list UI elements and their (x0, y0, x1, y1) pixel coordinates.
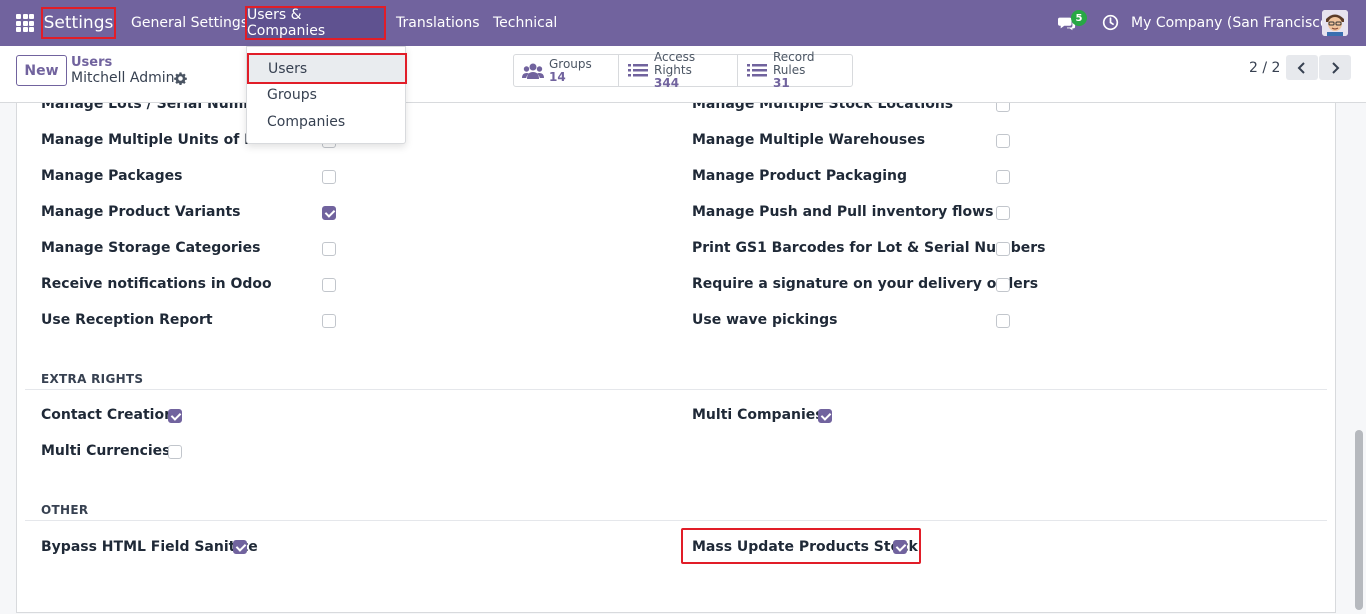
section-title-extra-rights: EXTRA RIGHTS (41, 372, 144, 386)
right-checkbox[interactable] (996, 242, 1010, 256)
top-navbar: Settings General Settings Users & Compan… (0, 0, 1366, 46)
control-panel: New Users Mitchell Admin Groups 14 Acces… (0, 46, 1366, 103)
record-rules-smart-button[interactable]: Record Rules 31 (738, 51, 852, 90)
right-label: Contact Creation (41, 407, 175, 423)
right-checkbox[interactable] (996, 170, 1010, 184)
dropdown-item-groups[interactable]: Groups (247, 81, 405, 108)
right-label: Manage Product Variants (41, 204, 241, 220)
right-label: Receive notifications in Odoo (41, 276, 272, 292)
form-sheet: Manage Lots / Serial Numbers Manage Mult… (16, 103, 1336, 613)
right-checkbox[interactable] (322, 278, 336, 292)
multi-currencies-checkbox[interactable] (168, 445, 182, 459)
menu-technical[interactable]: Technical (493, 0, 557, 46)
right-checkbox[interactable] (996, 134, 1010, 148)
bypass-html-sanitize-checkbox[interactable] (233, 540, 247, 554)
smart-buttons: Groups 14 Access Rights 344 Record Rules… (513, 51, 853, 90)
right-checkbox[interactable] (996, 314, 1010, 328)
dropdown-item-companies[interactable]: Companies (247, 108, 405, 135)
access-rights-smart-button[interactable]: Access Rights 344 (619, 51, 738, 90)
access-rights-label: Access Rights (654, 50, 696, 77)
menu-general-settings[interactable]: General Settings (131, 0, 248, 46)
groups-smart-button[interactable]: Groups 14 (514, 55, 619, 86)
app-brand[interactable]: Settings (41, 7, 116, 39)
right-label: Print GS1 Barcodes for Lot & Serial Numb… (692, 240, 1046, 256)
right-checkbox[interactable] (996, 103, 1010, 112)
mass-update-stock-checkbox[interactable] (893, 540, 907, 554)
section-divider (25, 520, 1327, 521)
users-companies-dropdown: Users Groups Companies (246, 46, 407, 144)
right-checkbox[interactable] (322, 170, 336, 184)
chat-count-badge: 5 (1071, 10, 1087, 26)
section-divider (25, 389, 1327, 390)
list-icon (628, 63, 648, 76)
right-label: Manage Packages (41, 168, 183, 184)
new-button[interactable]: New (16, 55, 67, 86)
right-checkbox[interactable] (996, 206, 1010, 220)
pager-next-button[interactable] (1319, 55, 1351, 80)
dropdown-item-users[interactable]: Users (247, 53, 407, 84)
activity-clock-icon[interactable] (1102, 14, 1119, 31)
gear-icon[interactable] (174, 72, 187, 85)
section-title-other: OTHER (41, 503, 89, 517)
right-label: Mass Update Products Stock (692, 539, 918, 555)
right-checkbox[interactable] (996, 278, 1010, 292)
groups-label: Groups (549, 56, 592, 71)
right-checkbox[interactable] (322, 242, 336, 256)
menu-users-companies[interactable]: Users & Companies (245, 6, 386, 40)
pager-previous-button[interactable] (1286, 55, 1318, 80)
scrollbar[interactable] (1352, 103, 1366, 614)
scrollbar-thumb[interactable] (1355, 430, 1363, 610)
right-checkbox[interactable] (322, 206, 336, 220)
record-rules-label: Record Rules (773, 50, 815, 77)
right-label: Manage Push and Pull inventory flows (692, 204, 994, 220)
user-avatar[interactable] (1322, 10, 1348, 36)
breadcrumb-current-record: Mitchell Admin (71, 70, 175, 86)
record-rules-count: 31 (773, 76, 790, 90)
right-label: Multi Companies (692, 407, 824, 423)
contact-creation-checkbox[interactable] (168, 409, 182, 423)
right-label: Manage Multiple Stock Locations (692, 103, 954, 112)
right-label: Manage Multiple Warehouses (692, 132, 926, 148)
list-icon (747, 63, 767, 76)
right-label: Use Reception Report (41, 312, 213, 328)
chevron-right-icon (1332, 61, 1340, 74)
pager-value: 2 / 2 (1249, 60, 1281, 76)
right-label: Multi Currencies (41, 443, 171, 459)
chevron-left-icon (1297, 61, 1305, 74)
company-switcher[interactable]: My Company (San Francisco) (1131, 0, 1334, 46)
right-label: Manage Product Packaging (692, 168, 908, 184)
access-rights-count: 344 (654, 76, 680, 90)
right-label: Bypass HTML Field Sanitize (41, 539, 258, 555)
right-label: Manage Lots / Serial Numbers (41, 103, 279, 112)
breadcrumb-users[interactable]: Users (71, 55, 112, 70)
groups-count: 14 (549, 69, 566, 84)
right-label: Manage Storage Categories (41, 240, 261, 256)
users-group-icon (522, 63, 544, 79)
menu-translations[interactable]: Translations (396, 0, 480, 46)
right-label: Require a signature on your delivery ord… (692, 276, 1039, 292)
multi-companies-checkbox[interactable] (818, 409, 832, 423)
right-label: Use wave pickings (692, 312, 838, 328)
apps-menu-icon[interactable] (16, 0, 36, 46)
right-checkbox[interactable] (322, 314, 336, 328)
